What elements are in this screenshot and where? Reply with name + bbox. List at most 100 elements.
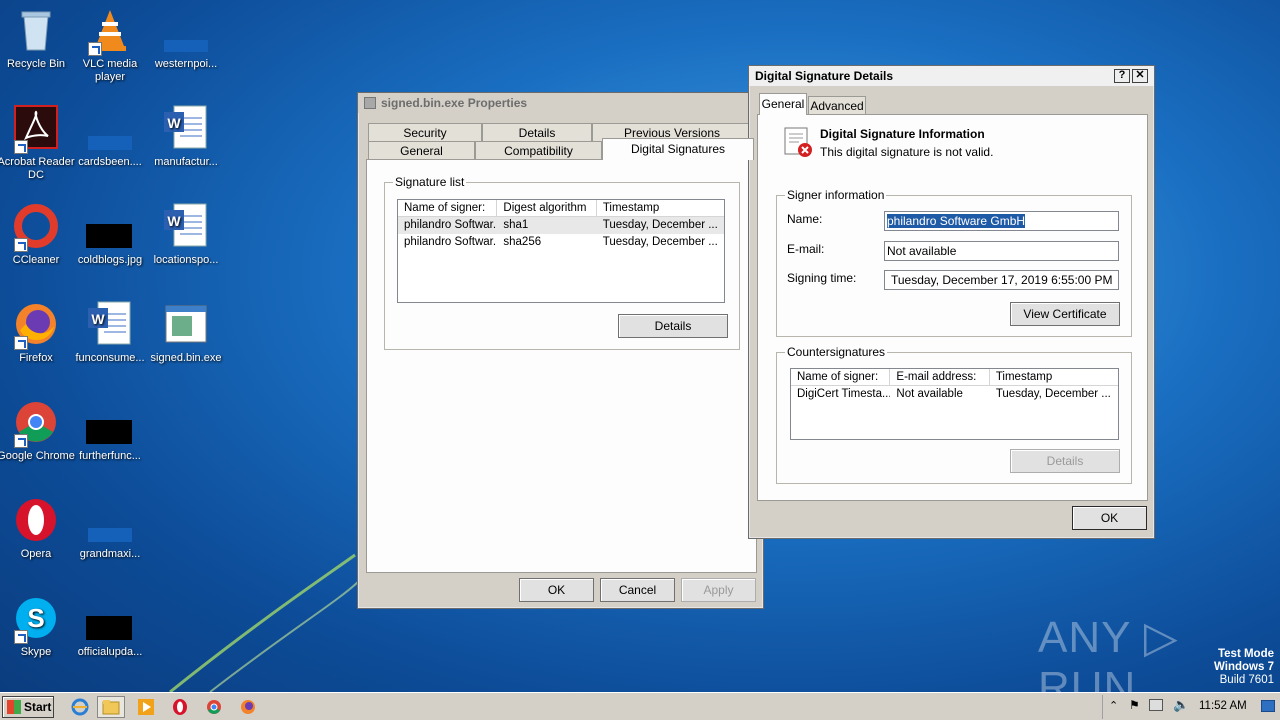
ok-button[interactable]: OK [519, 578, 594, 602]
shortcut-arrow-icon [88, 42, 102, 56]
signer-name-cell: DigiCert Timesta... [797, 388, 891, 400]
firefox-taskbar-icon[interactable] [234, 696, 262, 718]
table-row[interactable]: philandro Softwar... sha256 Tuesday, Dec… [398, 234, 724, 251]
properties-titlebar[interactable]: signed.bin.exe Properties [358, 93, 763, 113]
volume-icon[interactable]: 🔈 [1173, 697, 1189, 713]
start-button[interactable]: Start [2, 696, 54, 718]
action-center-flag-icon[interactable]: ⚑ [1129, 698, 1140, 712]
desktop-icon-cardsbeen[interactable]: cardsbeen.... [67, 104, 153, 169]
shortcut-arrow-icon [14, 630, 28, 644]
shortcut-arrow-icon [14, 434, 28, 448]
svg-text:W: W [167, 115, 181, 131]
signature-tab-panel: Digital Signature Information This digit… [757, 114, 1148, 501]
ccleaner-icon [12, 202, 60, 252]
email-cell: Not available [896, 388, 963, 400]
internet-explorer-icon[interactable] [66, 696, 94, 718]
file-icon [162, 6, 210, 54]
shortcut-arrow-icon [14, 140, 28, 154]
executable-icon [162, 300, 210, 348]
windows-logo-icon [7, 700, 21, 714]
email-field[interactable]: Not available [884, 241, 1119, 261]
desktop-icon-grandmaxi[interactable]: grandmaxi... [67, 496, 153, 561]
signature-status-text: This digital signature is not valid. [820, 145, 994, 159]
column-timestamp[interactable]: Timestamp [990, 369, 1118, 385]
signer-name-field[interactable]: philandro Software GmbH [884, 211, 1119, 231]
vlc-icon [86, 6, 134, 56]
signer-name-cell: philandro Softwar... [404, 219, 498, 231]
image-file-icon [86, 594, 134, 642]
opera-icon [12, 496, 60, 544]
file-icon [86, 496, 134, 544]
column-name-of-signer[interactable]: Name of signer: [791, 369, 891, 385]
media-player-icon[interactable] [132, 696, 160, 718]
table-row[interactable]: DigiCert Timesta... Not available Tuesda… [791, 386, 1118, 403]
desktop-icon-signed-bin[interactable]: signed.bin.exe [143, 300, 229, 365]
shortcut-arrow-icon [14, 336, 28, 350]
tab-security[interactable]: Security [368, 123, 482, 141]
column-name-of-signer[interactable]: Name of signer: [398, 200, 498, 216]
countersignatures-list[interactable]: Name of signer: E-mail address: Timestam… [790, 368, 1119, 440]
clock[interactable]: 11:52 AM [1199, 700, 1247, 712]
system-tray: ⌃ ⚑ 🔈 11:52 AM [1102, 695, 1280, 719]
signature-list-group: Signature list Name of signer: Digest al… [384, 175, 740, 350]
network-icon[interactable] [1149, 699, 1163, 711]
help-button[interactable]: ? [1114, 69, 1130, 83]
signer-name-cell: philandro Softwar... [404, 236, 498, 248]
svg-text:W: W [91, 311, 105, 327]
tab-advanced[interactable]: Advanced [808, 96, 866, 114]
apply-button[interactable]: Apply [681, 578, 756, 602]
firefox-icon [12, 300, 60, 350]
recycle-bin-icon [12, 6, 60, 54]
test-mode-watermark: Test Mode Windows 7 Build 7601 [1214, 648, 1274, 686]
tab-general[interactable]: General [759, 93, 807, 115]
table-row[interactable]: philandro Softwar... sha1 Tuesday, Decem… [398, 217, 724, 234]
cancel-button[interactable]: Cancel [600, 578, 675, 602]
digest-cell: sha256 [503, 236, 542, 248]
details-button[interactable]: Details [618, 314, 728, 338]
desktop-icon-vlc[interactable]: VLC media player [67, 6, 153, 84]
ok-button[interactable]: OK [1072, 506, 1147, 530]
shortcut-arrow-icon [14, 238, 28, 252]
signature-details-titlebar[interactable]: Digital Signature Details ? ✕ [749, 66, 1154, 86]
word-document-icon: W [86, 300, 134, 348]
tab-general[interactable]: General [368, 141, 475, 159]
explorer-icon[interactable] [97, 696, 125, 718]
view-certificate-button[interactable]: View Certificate [1010, 302, 1120, 326]
show-hidden-icons-icon[interactable]: ⌃ [1109, 699, 1118, 712]
timestamp-cell: Tuesday, December ... [602, 236, 718, 248]
close-button[interactable]: ✕ [1132, 69, 1148, 83]
opera-taskbar-icon[interactable] [166, 696, 194, 718]
column-email-address[interactable]: E-mail address: [890, 369, 990, 385]
window-app-icon [364, 97, 376, 109]
chrome-icon [12, 398, 60, 448]
desktop-icon-manufactur[interactable]: W manufactur... [143, 104, 229, 169]
email-label: E-mail: [787, 242, 825, 256]
signature-list[interactable]: Name of signer: Digest algorithm Timesta… [397, 199, 725, 303]
certificate-error-icon [782, 126, 814, 158]
chrome-taskbar-icon[interactable] [200, 696, 228, 718]
tab-digital-signatures[interactable]: Digital Signatures [602, 138, 754, 160]
countersignatures-header: Name of signer: E-mail address: Timestam… [791, 369, 1118, 386]
column-timestamp[interactable]: Timestamp [597, 200, 724, 216]
desktop-icon-coldblogs[interactable]: coldblogs.jpg [67, 202, 153, 267]
properties-window[interactable]: signed.bin.exe Properties Security Detai… [357, 92, 764, 609]
signing-time-field[interactable]: Tuesday, December 17, 2019 6:55:00 PM [884, 270, 1119, 290]
show-desktop-icon[interactable] [1261, 700, 1275, 712]
details-button[interactable]: Details [1010, 449, 1120, 473]
desktop-icon-westernpoi[interactable]: westernpoi... [143, 6, 229, 71]
signature-details-window[interactable]: Digital Signature Details ? ✕ General Ad… [748, 65, 1155, 539]
desktop-icon-funconsume[interactable]: W funconsume... [67, 300, 153, 365]
desktop-icon-furtherfunc[interactable]: furtherfunc... [67, 398, 153, 463]
desktop-icon-locationspo[interactable]: W locationspo... [143, 202, 229, 267]
taskbar: Start ⌃ ⚑ 🔈 11:52 AM [0, 692, 1280, 720]
column-digest-algorithm[interactable]: Digest algorithm [497, 200, 597, 216]
desktop-icon-officialupda[interactable]: officialupda... [67, 594, 153, 659]
tab-compatibility[interactable]: Compatibility [475, 141, 602, 159]
timestamp-cell: Tuesday, December ... [995, 388, 1111, 400]
word-document-icon: W [162, 104, 210, 152]
skype-icon: S [12, 594, 60, 644]
svg-text:W: W [167, 213, 181, 229]
image-file-icon [86, 398, 134, 446]
timestamp-cell: Tuesday, December ... [602, 219, 718, 231]
tab-details[interactable]: Details [482, 123, 592, 141]
